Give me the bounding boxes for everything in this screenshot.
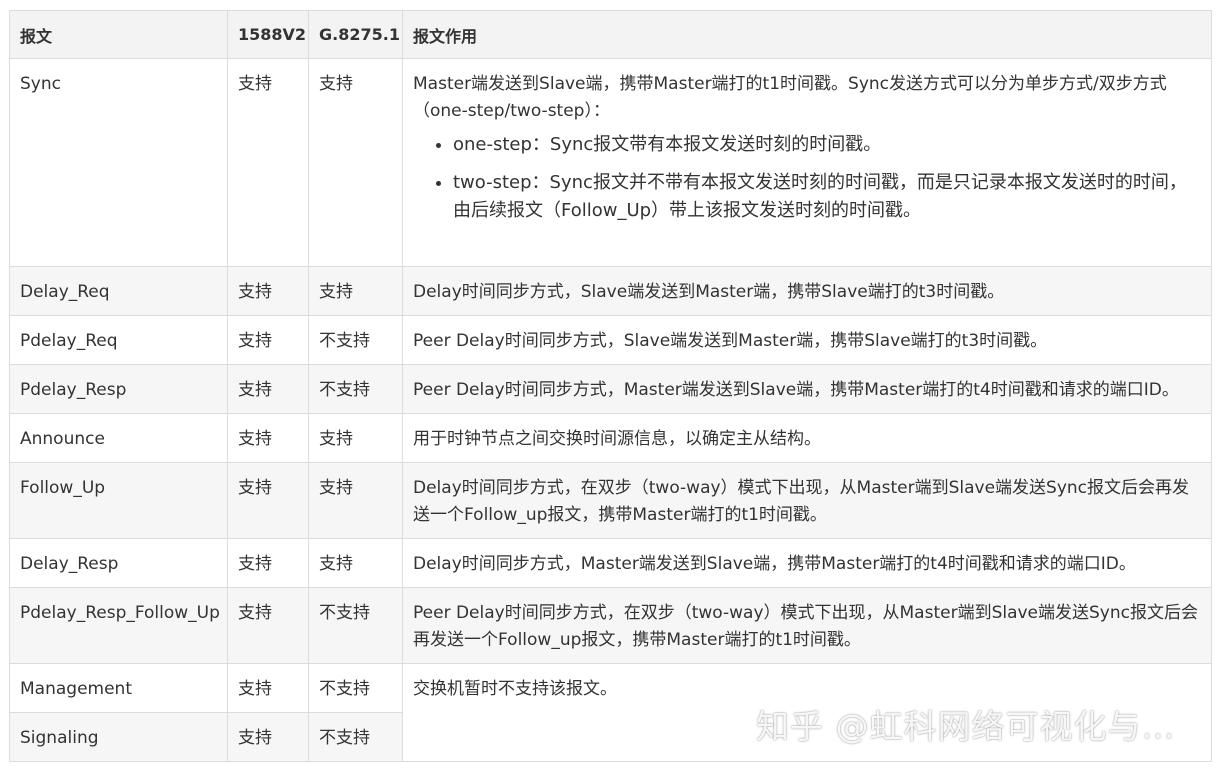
table-row: Follow_Up 支持 支持 Delay时间同步方式，在双步（two-way）…: [9, 462, 1212, 539]
support-g8275: 支持: [308, 266, 403, 316]
message-name: Pdelay_Resp_Follow_Up: [9, 587, 228, 664]
support-1588v2: 支持: [227, 413, 309, 463]
support-1588v2: 支持: [227, 538, 309, 588]
support-1588v2: 支持: [227, 315, 309, 365]
bullet-item: two-step：Sync报文并不带有本报文发送时刻的时间戳，而是只记录本报文发…: [453, 169, 1201, 225]
ptp-message-table: 报文 1588V2 G.8275.1 报文作用 Sync 支持 支持 Maste…: [9, 10, 1212, 762]
message-purpose: Delay时间同步方式，Slave端发送到Master端，携带Slave端打的t…: [402, 266, 1212, 316]
support-g8275: 支持: [308, 58, 403, 267]
message-purpose: Delay时间同步方式，在双步（two-way）模式下出现，从Master端到S…: [402, 462, 1212, 539]
support-1588v2: 支持: [227, 712, 309, 762]
support-g8275: 支持: [308, 462, 403, 539]
table-row: Sync 支持 支持 Master端发送到Slave端，携带Master端打的t…: [9, 58, 1212, 267]
message-name: Management: [9, 663, 228, 713]
support-g8275: 不支持: [308, 587, 403, 664]
support-1588v2: 支持: [227, 364, 309, 414]
message-name: Signaling: [9, 712, 228, 762]
table-row: Pdelay_Resp 支持 不支持 Peer Delay时间同步方式，Mast…: [9, 364, 1212, 414]
purpose-text: Master端发送到Slave端，携带Master端打的t1时间戳。Sync发送…: [413, 74, 1167, 121]
table-row: Delay_Req 支持 支持 Delay时间同步方式，Slave端发送到Mas…: [9, 266, 1212, 316]
message-name: Follow_Up: [9, 462, 228, 539]
header-purpose: 报文作用: [402, 10, 1212, 59]
header-g8275-1: G.8275.1: [308, 10, 403, 59]
support-1588v2: 支持: [227, 663, 309, 713]
support-g8275: 不支持: [308, 315, 403, 365]
table-row: Pdelay_Resp_Follow_Up 支持 不支持 Peer Delay时…: [9, 587, 1212, 664]
support-g8275: 不支持: [308, 663, 403, 713]
support-1588v2: 支持: [227, 587, 309, 664]
message-name: Delay_Req: [9, 266, 228, 316]
bullet-item: one-step：Sync报文带有本报文发送时刻的时间戳。: [453, 131, 1201, 159]
message-name: Announce: [9, 413, 228, 463]
support-1588v2: 支持: [227, 58, 309, 267]
table-row: Delay_Resp 支持 支持 Delay时间同步方式，Master端发送到S…: [9, 538, 1212, 588]
message-purpose: 用于时钟节点之间交换时间源信息，以确定主从结构。: [402, 413, 1212, 463]
table-header-row: 报文 1588V2 G.8275.1 报文作用: [9, 10, 1212, 59]
table-row: Announce 支持 支持 用于时钟节点之间交换时间源信息，以确定主从结构。: [9, 413, 1212, 463]
header-1588v2: 1588V2: [227, 10, 309, 59]
header-message: 报文: [9, 10, 228, 59]
support-g8275: 支持: [308, 413, 403, 463]
support-g8275: 支持: [308, 538, 403, 588]
message-purpose: Master端发送到Slave端，携带Master端打的t1时间戳。Sync发送…: [402, 58, 1212, 267]
message-name: Delay_Resp: [9, 538, 228, 588]
message-name: Sync: [9, 58, 228, 267]
support-g8275: 不支持: [308, 712, 403, 762]
message-purpose: Peer Delay时间同步方式，Master端发送到Slave端，携带Mast…: [402, 364, 1212, 414]
message-purpose: Peer Delay时间同步方式，Slave端发送到Master端，携带Slav…: [402, 315, 1212, 365]
support-g8275: 不支持: [308, 364, 403, 414]
message-name: Pdelay_Req: [9, 315, 228, 365]
support-1588v2: 支持: [227, 462, 309, 539]
message-purpose: Peer Delay时间同步方式，在双步（two-way）模式下出现，从Mast…: [402, 587, 1212, 664]
watermark: 知乎 @虹科网络可视化与…: [756, 707, 1176, 746]
message-name: Pdelay_Resp: [9, 364, 228, 414]
support-1588v2: 支持: [227, 266, 309, 316]
bullet-list: one-step：Sync报文带有本报文发送时刻的时间戳。 two-step：S…: [413, 131, 1201, 225]
message-purpose: Delay时间同步方式，Master端发送到Slave端，携带Master端打的…: [402, 538, 1212, 588]
table-row: Pdelay_Req 支持 不支持 Peer Delay时间同步方式，Slave…: [9, 315, 1212, 365]
